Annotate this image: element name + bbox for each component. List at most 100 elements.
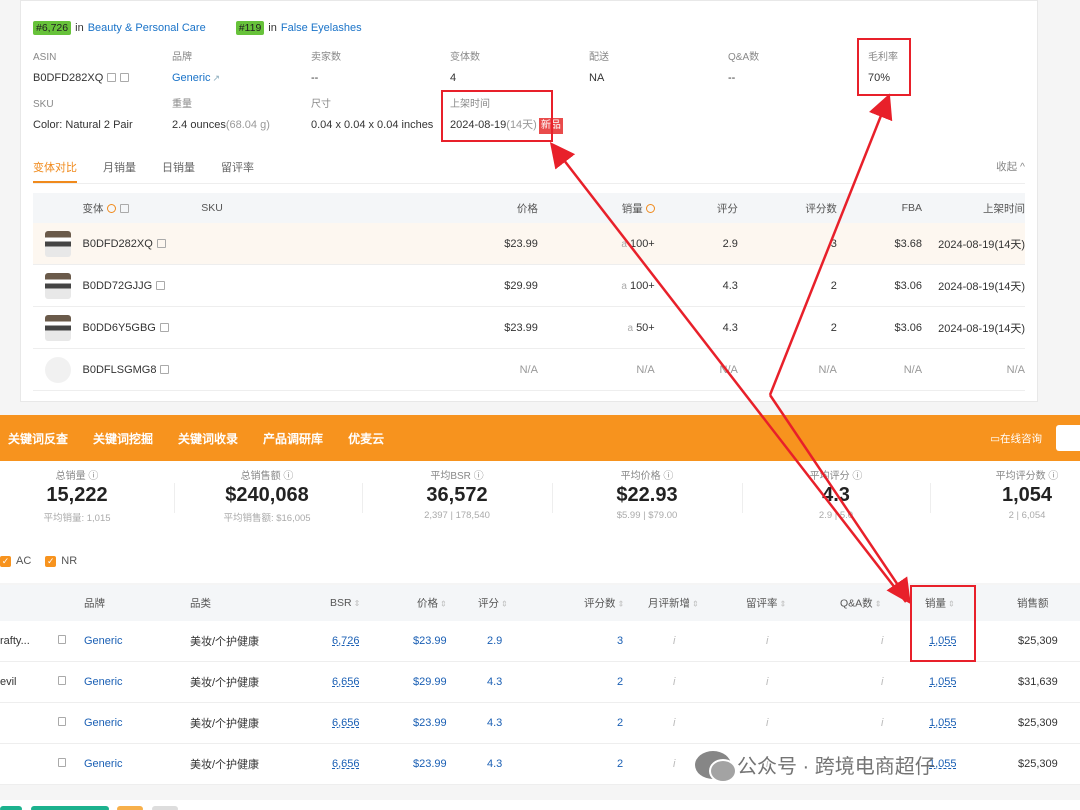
filter-nr-checkbox[interactable]: ✓ NR: [45, 555, 77, 567]
help-icon[interactable]: ⓘ: [852, 471, 862, 482]
copy-icon[interactable]: [156, 238, 166, 248]
external-link-icon[interactable]: ↗: [213, 70, 221, 86]
sales-link[interactable]: 1,055: [929, 676, 957, 688]
help-icon[interactable]: ⓘ: [1048, 471, 1058, 482]
document-icon[interactable]: [58, 676, 66, 685]
col-brand: 品牌: [84, 597, 105, 610]
filter-ac-checkbox[interactable]: ✓ AC: [0, 555, 31, 567]
bottom-chip: [117, 806, 143, 810]
document-icon[interactable]: [58, 758, 66, 767]
product-thumbnail[interactable]: [44, 314, 71, 341]
help-icon[interactable]: ⓘ: [283, 471, 293, 482]
sellers-value: --: [311, 72, 319, 84]
price: $23.99: [413, 758, 447, 770]
variant-row[interactable]: B0DD6Y5GBG $23.99 a 50+ 4.3 2 $3.06 2024-…: [33, 307, 1025, 349]
delivery-value: NA: [589, 72, 605, 84]
brand-link[interactable]: Generic: [84, 676, 123, 688]
nav-keyword-mining[interactable]: 关键词挖掘: [93, 430, 153, 447]
help-icon[interactable]: ⓘ: [88, 471, 98, 482]
qa: i: [881, 717, 884, 729]
annotation-box-sales: [910, 585, 976, 662]
subrank-category-link[interactable]: False Eyelashes: [281, 22, 362, 34]
help-icon[interactable]: ⓘ: [663, 471, 673, 482]
col-price: 价格: [516, 202, 538, 215]
brand-link[interactable]: Generic: [84, 635, 123, 647]
online-consult-link[interactable]: ▭在线咨询: [990, 431, 1042, 446]
table-row[interactable]: evil Generic 美妆/个护健康 6,656 $29.99 4.3 2 …: [0, 662, 1080, 703]
col-rating: 评分: [478, 597, 499, 610]
help-icon[interactable]: [106, 203, 116, 213]
col-sku: SKU: [201, 202, 223, 214]
nav-keyword-reverse[interactable]: 关键词反查: [8, 430, 68, 447]
copy-icon[interactable]: [120, 73, 130, 82]
variant-row[interactable]: B0DFLSGMG8 N/A N/A N/A N/A N/A N/A: [33, 349, 1025, 391]
stat-sub: 2,397 | 178,540: [424, 510, 490, 521]
col-price-sort[interactable]: 价格 ⇕: [417, 596, 447, 611]
category: 美妆/个护健康: [190, 759, 260, 771]
weight-label: 重量: [172, 99, 192, 110]
brand-link[interactable]: Generic: [84, 717, 123, 729]
variant-asin[interactable]: B0DD6Y5GBG: [83, 322, 156, 334]
table-row[interactable]: Generic 美妆/个护健康 6,656 $23.99 4.3 2 i i i…: [0, 703, 1080, 744]
annotation-box-margin: [857, 38, 911, 96]
col-rating-sort[interactable]: 评分 ⇕: [478, 596, 508, 611]
brand-link[interactable]: Generic: [84, 758, 123, 770]
variant-fba: $3.06: [894, 279, 923, 292]
col-revenue: 销售额: [1017, 597, 1049, 610]
product-title[interactable]: evil: [0, 676, 17, 688]
product-thumbnail[interactable]: [44, 272, 71, 299]
variant-rating: 4.3: [722, 321, 738, 334]
variant-row[interactable]: B0DD72GJJG $29.99 a 100+ 4.3 2 $3.06 2024…: [33, 265, 1025, 307]
copy-icon[interactable]: [119, 203, 129, 213]
rank-category-link[interactable]: Beauty & Personal Care: [88, 22, 206, 34]
product-title[interactable]: rafty...: [0, 635, 30, 647]
col-listed: 上架时间: [983, 202, 1025, 215]
help-icon[interactable]: ⓘ: [474, 471, 484, 482]
copy-icon[interactable]: [107, 73, 117, 82]
tab-daily-sales[interactable]: 日销量: [162, 159, 195, 183]
bsr-link[interactable]: 6,656: [332, 758, 360, 770]
col-review-rate-sort[interactable]: 留评率 ⇕: [746, 596, 786, 611]
col-qa: Q&A数: [840, 597, 873, 610]
col-monthly-sort[interactable]: 月评新增 ⇕: [648, 596, 699, 611]
tab-variant-compare[interactable]: 变体对比: [33, 159, 77, 183]
amazon-icon: a: [627, 322, 634, 334]
rating: 4.3: [487, 676, 503, 688]
col-qa-sort[interactable]: Q&A数 ⇕: [840, 596, 881, 611]
nav-youmaiyun[interactable]: 优麦云: [348, 430, 384, 447]
rank-row: #6,726 in Beauty & Personal Care #119 in…: [33, 21, 362, 35]
nav-keyword-index[interactable]: 关键词收录: [178, 430, 238, 447]
variant-asin[interactable]: B0DFLSGMG8: [83, 364, 157, 376]
revenue: $25,309: [1018, 758, 1058, 770]
placeholder-thumbnail: [44, 356, 71, 383]
document-icon[interactable]: [58, 635, 66, 644]
variant-asin[interactable]: B0DFD282XQ: [83, 238, 153, 250]
nav-product-research[interactable]: 产品调研库: [263, 430, 323, 447]
copy-icon[interactable]: [160, 364, 170, 374]
document-icon[interactable]: [58, 717, 66, 726]
bsr-link[interactable]: 6,656: [332, 717, 360, 729]
wechat-icon: [695, 750, 737, 783]
tab-monthly-sales[interactable]: 月销量: [103, 159, 136, 183]
collapse-button[interactable]: 收起 ^: [996, 159, 1025, 174]
product-thumbnail[interactable]: [44, 230, 71, 257]
region-flag-icon[interactable]: [1056, 425, 1080, 451]
help-icon[interactable]: [645, 203, 655, 213]
brand-link[interactable]: Generic: [172, 72, 211, 84]
variant-row[interactable]: B0DFD282XQ $23.99 a 100+ 2.9 3 $3.68 2024…: [33, 223, 1025, 265]
category: 美妆/个护健康: [190, 718, 260, 730]
copy-icon[interactable]: [159, 322, 169, 332]
size-label: 尺寸: [311, 99, 331, 110]
category: 美妆/个护健康: [190, 677, 260, 689]
variant-asin[interactable]: B0DD72GJJG: [83, 280, 153, 292]
sort-icon: ⇕: [617, 599, 625, 609]
sales-link[interactable]: 1,055: [929, 717, 957, 729]
bsr-link[interactable]: 6,656: [332, 676, 360, 688]
col-bsr-sort[interactable]: BSR ⇕: [330, 597, 360, 609]
price: $23.99: [413, 635, 447, 647]
bsr-link[interactable]: 6,726: [332, 635, 360, 647]
col-reviews-sort[interactable]: 评分数 ⇕: [584, 596, 624, 611]
weight-grams: (68.04 g): [225, 119, 270, 131]
tab-review-rate[interactable]: 留评率: [221, 159, 254, 183]
copy-icon[interactable]: [156, 280, 166, 290]
